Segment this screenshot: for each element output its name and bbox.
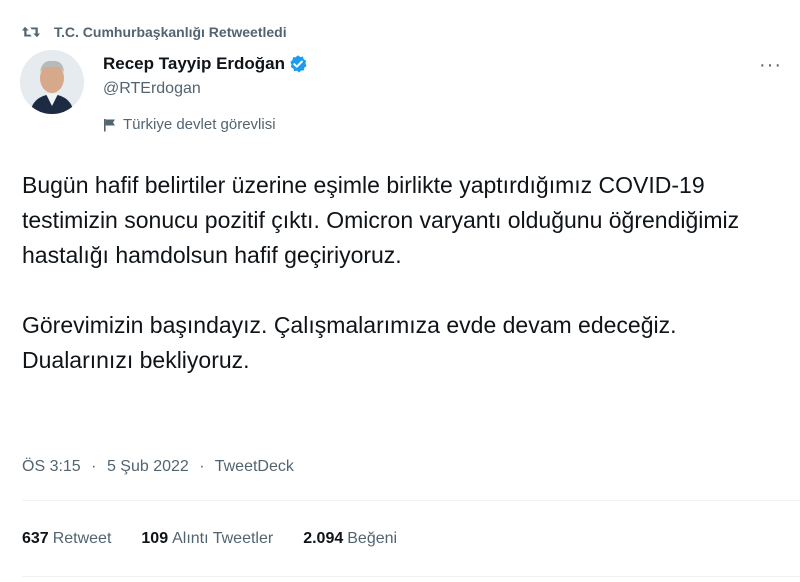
meta-separator: · — [91, 458, 97, 475]
retweet-text: T.C. Cumhurbaşkanlığı Retweetledi — [54, 24, 287, 40]
likes-label: Beğeni — [347, 530, 398, 547]
more-options-icon: ··· — [759, 54, 782, 76]
tweet-meta: ÖS 3:15 · 5 Şub 2022 · TweetDeck — [22, 458, 294, 476]
likes-count: 2.094 — [303, 530, 344, 547]
retweets-count: 637 — [22, 530, 49, 547]
tweet-paragraph-2: Görevimizin başındayız. Çalışmalarımıza … — [22, 312, 677, 373]
divider-top — [22, 500, 800, 501]
flag-icon — [104, 118, 115, 131]
tweet-time[interactable]: ÖS 3:15 — [22, 458, 81, 475]
tweet-source: TweetDeck — [214, 458, 294, 475]
retweets-label: Retweet — [52, 530, 112, 547]
tweet-text: Bugün hafif belirtiler üzerine eşimle bi… — [22, 168, 792, 378]
author-handle[interactable]: @RTErdogan — [103, 80, 308, 98]
divider-bottom — [22, 576, 800, 577]
retweet-icon — [22, 26, 40, 38]
quotes-count: 109 — [141, 530, 169, 547]
retweets-stat[interactable]: 637 Retweet — [22, 530, 111, 548]
account-label[interactable]: Türkiye devlet görevlisi — [103, 116, 276, 133]
author-block: Recep Tayyip Erdoğan @RTErdogan — [103, 54, 308, 98]
more-options-button[interactable]: ··· — [759, 54, 782, 77]
tweet-stats: 637 Retweet 109 Alıntı Tweetler 2.094 Beğen… — [22, 530, 427, 548]
avatar[interactable] — [20, 50, 84, 114]
quotes-stat[interactable]: 109 Alıntı Tweetler — [141, 530, 273, 548]
avatar-photo — [20, 50, 84, 114]
author-name[interactable]: Recep Tayyip Erdoğan — [103, 54, 285, 74]
quotes-label: Alıntı Tweetler — [172, 530, 274, 547]
verified-badge-icon — [290, 55, 307, 73]
account-label-text: Türkiye devlet görevlisi — [123, 116, 276, 133]
likes-stat[interactable]: 2.094 Beğeni — [303, 530, 397, 548]
tweet-paragraph-1: Bugün hafif belirtiler üzerine eşimle bi… — [22, 172, 740, 268]
tweet-date[interactable]: 5 Şub 2022 — [107, 458, 189, 475]
meta-separator: · — [199, 458, 205, 475]
retweet-context[interactable]: T.C. Cumhurbaşkanlığı Retweetledi — [22, 24, 287, 40]
